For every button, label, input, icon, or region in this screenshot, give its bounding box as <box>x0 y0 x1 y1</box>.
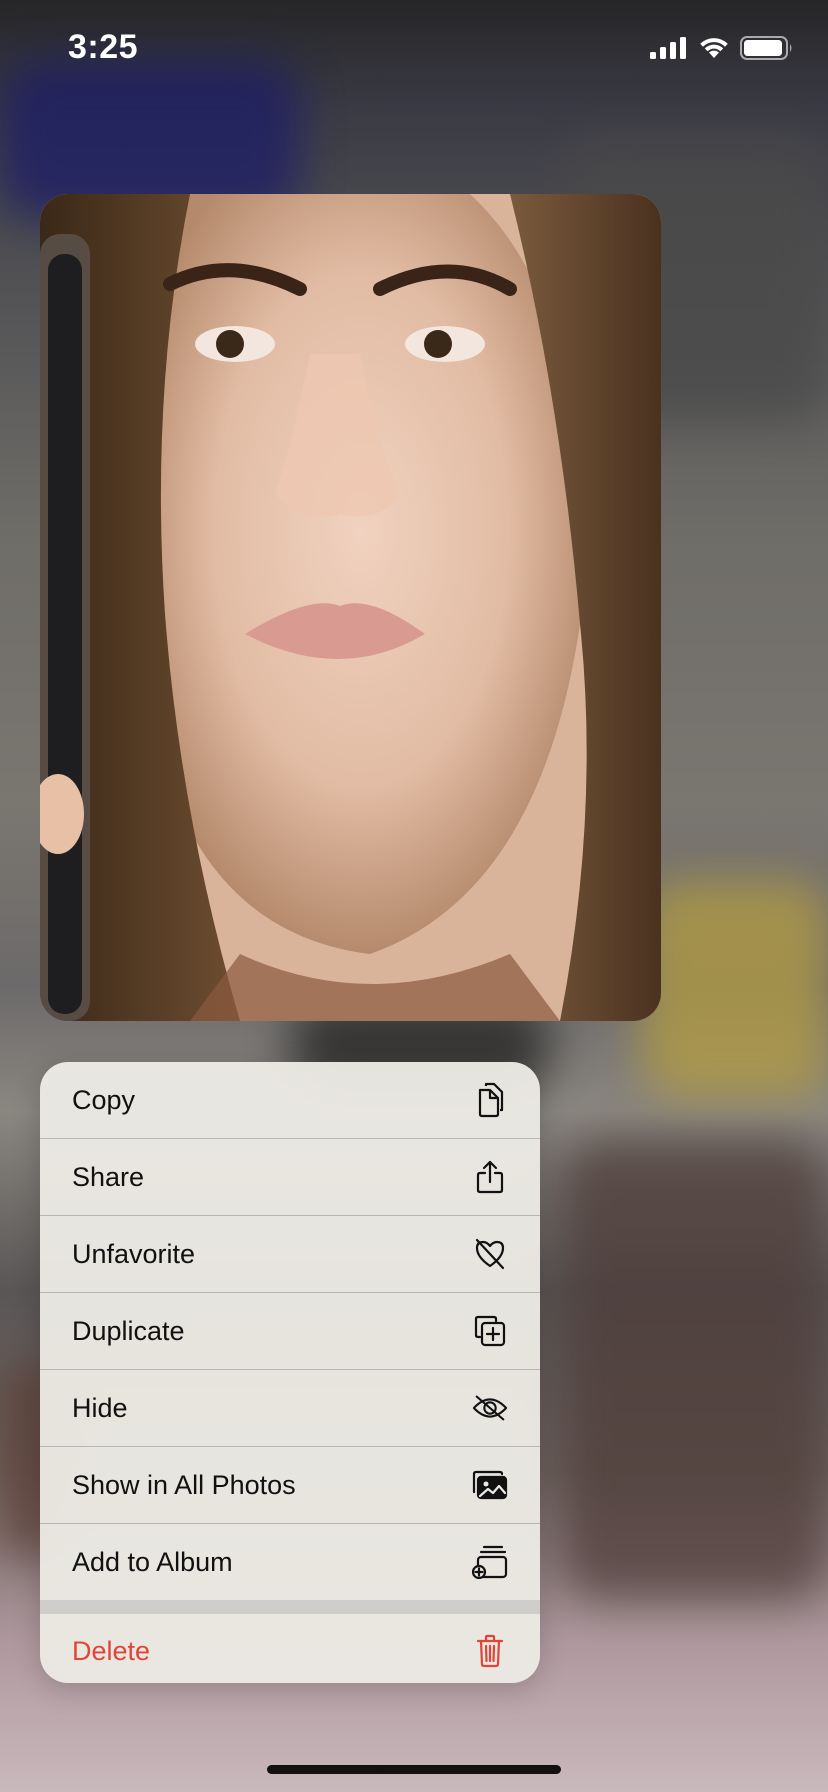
menu-item-delete[interactable]: Delete <box>40 1614 540 1683</box>
menu-item-label: Share <box>72 1161 145 1192</box>
eye-slash-icon <box>472 1390 508 1426</box>
menu-item-hide[interactable]: Hide <box>40 1370 540 1447</box>
photos-icon <box>472 1467 508 1503</box>
photo-preview[interactable] <box>40 194 661 1021</box>
copy-icon <box>472 1082 508 1118</box>
menu-item-label: Add to Album <box>72 1546 233 1577</box>
status-bar: 3:25 <box>0 0 828 100</box>
menu-item-label: Copy <box>72 1084 136 1115</box>
add-to-album-icon <box>472 1544 508 1580</box>
menu-item-share[interactable]: Share <box>40 1139 540 1216</box>
menu-item-label: Unfavorite <box>72 1238 196 1269</box>
blur-blob <box>640 880 828 1100</box>
menu-item-label: Duplicate <box>72 1315 185 1346</box>
blur-blob <box>560 1140 828 1600</box>
photo-image <box>40 194 661 1021</box>
menu-item-label: Show in All Photos <box>72 1469 296 1500</box>
status-time: 3:25 <box>68 28 139 66</box>
menu-item-show-in-all-photos[interactable]: Show in All Photos <box>40 1447 540 1524</box>
menu-item-unfavorite[interactable]: Unfavorite <box>40 1216 540 1293</box>
menu-item-copy[interactable]: Copy <box>40 1062 540 1139</box>
share-icon <box>472 1159 508 1195</box>
battery-icon <box>740 36 792 60</box>
menu-item-label: Delete <box>72 1635 151 1666</box>
duplicate-icon <box>472 1313 508 1349</box>
heart-slash-icon <box>472 1236 508 1272</box>
menu-item-duplicate[interactable]: Duplicate <box>40 1293 540 1370</box>
menu-item-label: Hide <box>72 1392 128 1423</box>
menu-separator <box>40 1600 540 1614</box>
context-menu: Copy Share Unfavorite Duplicate Hide Sho… <box>40 1062 540 1683</box>
status-icons <box>650 36 794 60</box>
wifi-icon <box>700 38 728 58</box>
trash-icon <box>472 1633 508 1669</box>
home-indicator[interactable] <box>267 1765 561 1774</box>
menu-item-add-to-album[interactable]: Add to Album <box>40 1524 540 1600</box>
cellular-signal-icon <box>650 37 686 59</box>
